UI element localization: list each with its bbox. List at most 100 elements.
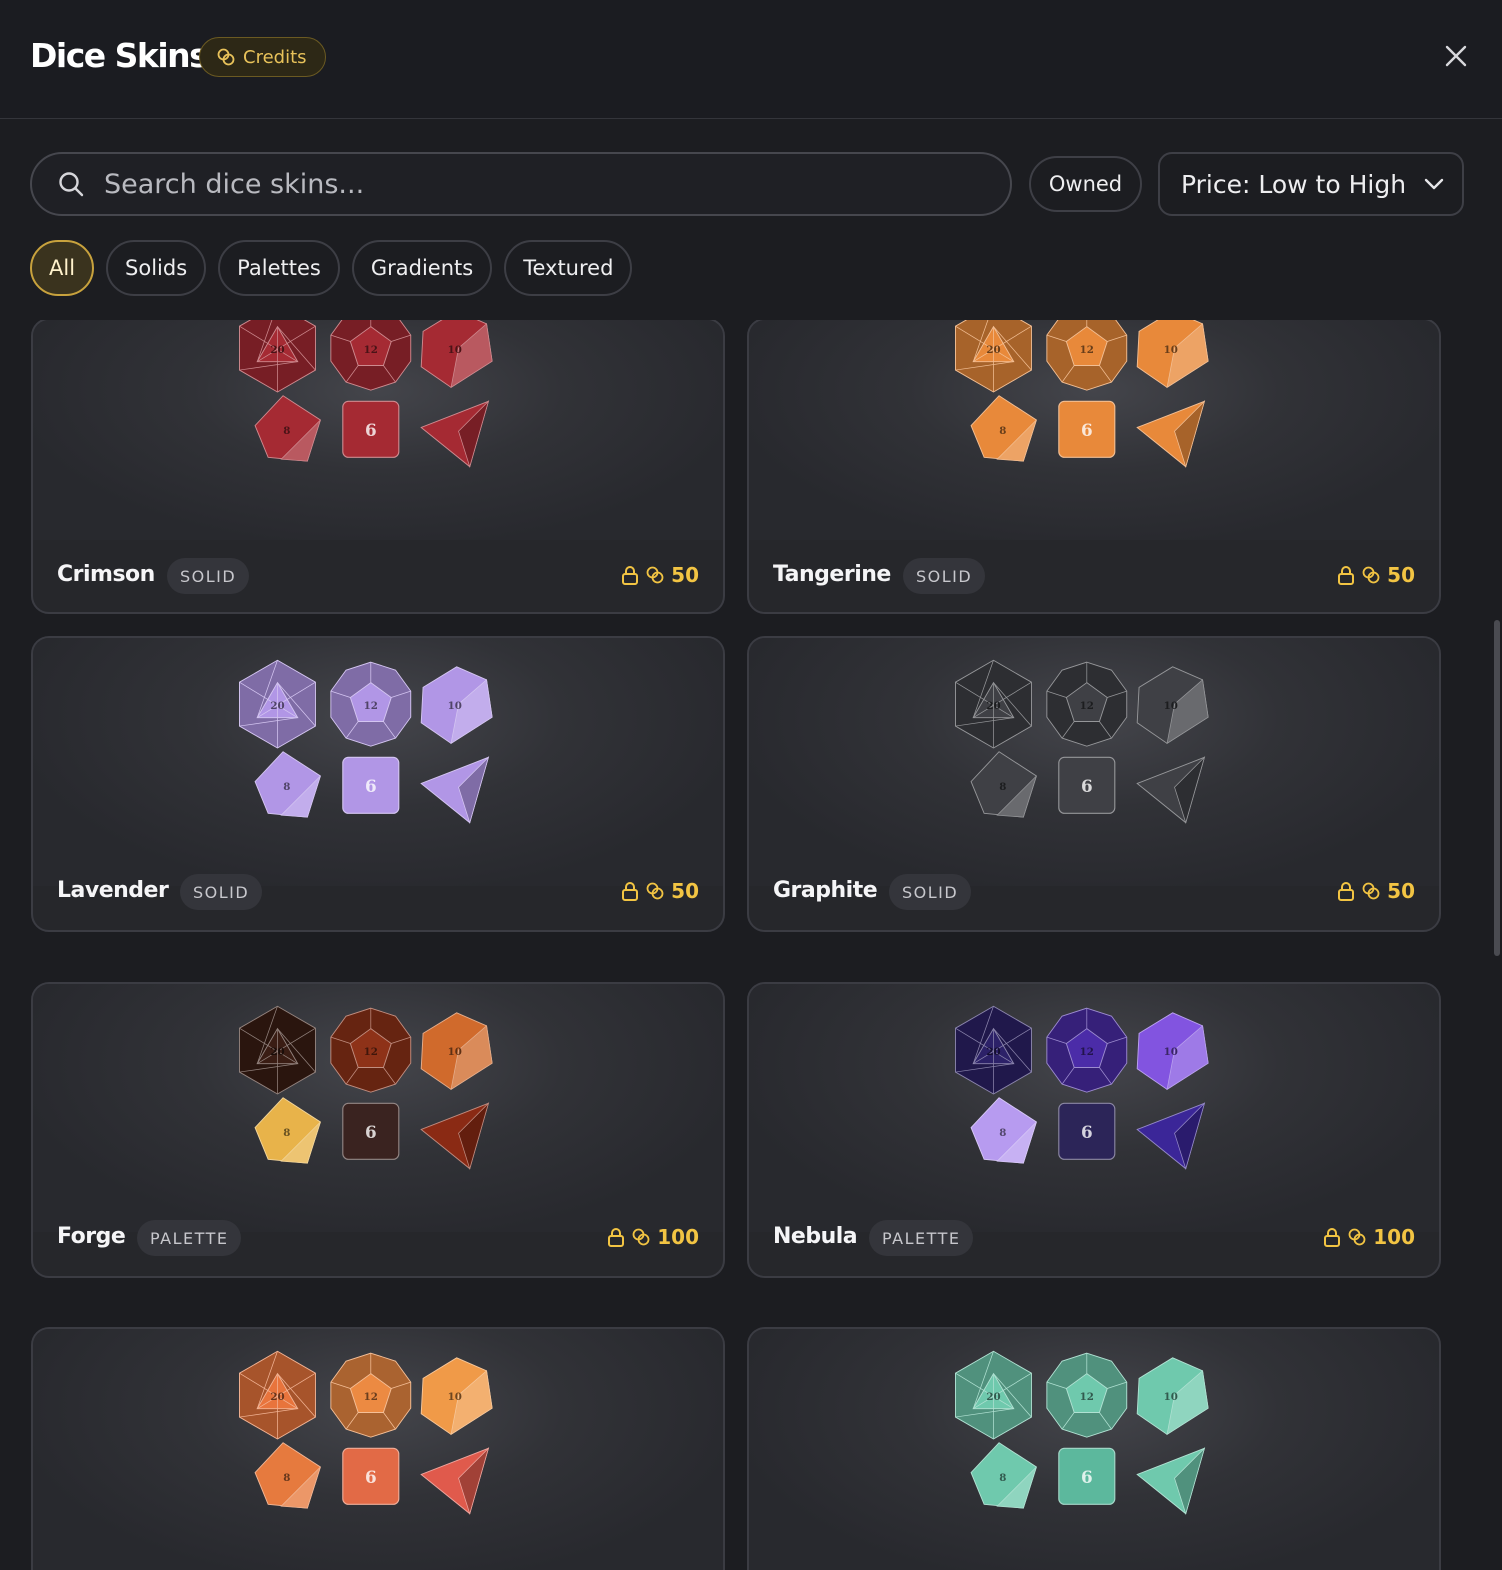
skin-price: 50 <box>621 879 699 903</box>
d10-die-number: 10 <box>1164 700 1178 712</box>
dice-preview: 20 12 10 8 6 <box>33 320 723 540</box>
d6-die: 6 <box>342 400 400 458</box>
d12-die: 12 <box>1046 661 1128 747</box>
d20-die-number: 20 <box>270 1391 284 1403</box>
d12-die-number: 12 <box>364 344 378 356</box>
d4-die <box>1136 1447 1206 1515</box>
d8-die-number: 8 <box>999 781 1006 793</box>
d8-die-number: 8 <box>283 1127 290 1139</box>
skin-price: 50 <box>1337 879 1415 903</box>
category-tabs: All Solids Palettes Gradients Textured <box>30 240 633 296</box>
d4-die <box>1136 1102 1206 1170</box>
skin-price: 50 <box>621 563 699 587</box>
d8-die-number: 8 <box>999 1127 1006 1139</box>
lock-icon <box>622 566 639 585</box>
skin-price: 100 <box>1323 1225 1415 1249</box>
skin-card-footer: Nebula PALETTE 100 <box>749 1220 1439 1276</box>
owned-filter-button[interactable]: Owned <box>1029 156 1142 212</box>
d12-die: 12 <box>330 1352 412 1438</box>
d10-die-number: 10 <box>448 1391 462 1403</box>
d12-die: 12 <box>1046 1007 1128 1093</box>
dice-preview: 20 12 10 8 6 <box>749 984 1439 1232</box>
d8-die: 8 <box>254 751 321 818</box>
dice-preview: 20 12 10 8 6 <box>33 638 723 886</box>
d8-die-number: 8 <box>283 1472 290 1484</box>
credits-label: Credits <box>243 46 307 68</box>
credits-badge[interactable]: Credits <box>199 37 326 77</box>
d12-die: 12 <box>330 1007 412 1093</box>
d8-die-number: 8 <box>283 781 290 793</box>
skins-grid: 20 12 10 8 6 Crimson SOLID 50 20 12 10 8 6 Tangerine S… <box>0 320 1502 1570</box>
d20-die: 20 <box>239 1005 316 1095</box>
tab-solids[interactable]: Solids <box>106 240 207 296</box>
tab-textured[interactable]: Textured <box>504 240 633 296</box>
lock-icon <box>1338 566 1355 585</box>
d6-die: 6 <box>1058 756 1116 814</box>
d12-die: 12 <box>1046 320 1128 391</box>
skin-name: Nebula <box>773 1224 858 1249</box>
skin-card[interactable]: 20 12 10 8 6 Nebula PALETTE 100 <box>747 982 1441 1278</box>
d12-die: 12 <box>330 320 412 391</box>
tab-gradients[interactable]: Gradients <box>351 240 493 296</box>
close-button[interactable] <box>1440 40 1472 72</box>
d8-die-number: 8 <box>999 1472 1006 1484</box>
skin-card-footer: Crimson SOLID 50 <box>33 558 723 612</box>
d8-die: 8 <box>254 395 321 462</box>
coins-icon <box>217 48 235 66</box>
d10-die-number: 10 <box>448 1046 462 1058</box>
d6-die-number: 6 <box>365 1467 377 1487</box>
d4-die <box>1136 400 1206 468</box>
d20-die: 20 <box>239 659 316 749</box>
lock-icon <box>1338 882 1355 901</box>
d4-die <box>420 1102 490 1170</box>
d4-die <box>420 400 490 468</box>
lock-icon <box>622 882 639 901</box>
scrollbar-thumb[interactable] <box>1494 620 1500 956</box>
d10-die: 10 <box>1136 1012 1209 1091</box>
d6-die-number: 6 <box>1081 1122 1093 1142</box>
d12-die-number: 12 <box>1080 1046 1094 1058</box>
d20-die-number: 20 <box>986 1046 1000 1058</box>
d20-die: 20 <box>955 659 1032 749</box>
skin-card[interactable]: 20 12 10 8 6 Graphite SOLID 50 <box>747 636 1441 932</box>
d12-die-number: 12 <box>364 1046 378 1058</box>
d4-die <box>1136 756 1206 824</box>
coins-icon <box>1362 566 1380 584</box>
sort-select[interactable]: Price: Low to High <box>1158 152 1464 216</box>
lock-icon <box>1324 1228 1341 1247</box>
skin-price-value: 50 <box>671 879 699 903</box>
skin-card[interactable]: 20 12 10 8 6 Crimson SOLID 50 <box>31 320 725 614</box>
d8-die: 8 <box>970 395 1037 462</box>
skin-card[interactable]: 20 12 10 8 6 <box>747 1327 1441 1570</box>
skin-card[interactable]: 20 12 10 8 6 Lavender SOLID 50 <box>31 636 725 932</box>
chevron-down-icon <box>1424 178 1444 190</box>
d6-die-number: 6 <box>365 776 377 796</box>
tab-palettes[interactable]: Palettes <box>218 240 340 296</box>
search-icon <box>59 172 84 197</box>
skin-card[interactable]: 20 12 10 8 6 Tangerine SOLID 50 <box>747 320 1441 614</box>
d12-die: 12 <box>330 661 412 747</box>
d10-die: 10 <box>420 320 493 389</box>
skin-card-footer: Lavender SOLID 50 <box>33 874 723 930</box>
skin-card-footer: Graphite SOLID 50 <box>749 874 1439 930</box>
d6-die-number: 6 <box>1081 420 1093 440</box>
skin-card[interactable]: 20 12 10 8 6 <box>31 1327 725 1570</box>
d20-die-number: 20 <box>986 1391 1000 1403</box>
d8-die-number: 8 <box>999 425 1006 437</box>
dice-preview: 20 12 10 8 6 <box>749 638 1439 886</box>
d12-die-number: 12 <box>364 700 378 712</box>
d10-die-number: 10 <box>448 344 462 356</box>
skin-price-value: 50 <box>1387 563 1415 587</box>
d4-die <box>420 756 490 824</box>
d6-die-number: 6 <box>365 420 377 440</box>
d8-die: 8 <box>254 1442 321 1509</box>
d10-die: 10 <box>1136 666 1209 745</box>
d20-die: 20 <box>239 1350 316 1440</box>
skin-category-badge: SOLID <box>180 874 263 910</box>
dice-set-preview: 20 12 10 8 6 <box>239 1350 493 1515</box>
coins-icon <box>1348 1228 1366 1246</box>
search-field[interactable] <box>30 152 1012 216</box>
search-input[interactable] <box>102 167 906 201</box>
skin-card[interactable]: 20 12 10 8 6 Forge PALETTE 100 <box>31 982 725 1278</box>
tab-all[interactable]: All <box>30 240 95 296</box>
